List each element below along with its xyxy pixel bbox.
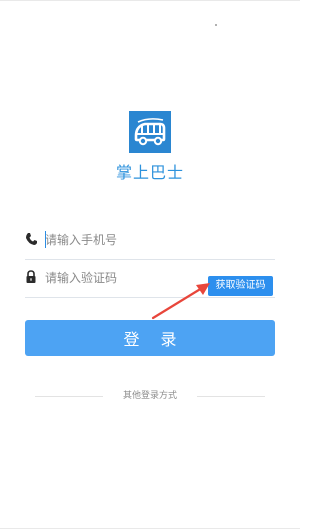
phone-icon: [25, 232, 37, 246]
divider-line-right: [197, 396, 265, 397]
status-dot: [215, 24, 217, 26]
app-logo: [129, 111, 171, 153]
app-name: 掌上巴士: [115, 163, 184, 182]
login-button[interactable]: 登 录: [25, 320, 275, 356]
login-screen: 掌上巴士 获取验证码 登 录 其他登录方式: [0, 0, 300, 529]
bus-icon: [134, 118, 166, 146]
annotation-arrow-icon: [151, 283, 210, 320]
text-caret: [45, 231, 46, 248]
get-code-button[interactable]: 获取验证码: [208, 276, 273, 296]
lock-icon: [25, 270, 37, 284]
other-login-divider: 其他登录方式: [35, 389, 265, 403]
phone-row: [25, 221, 275, 260]
phone-input[interactable]: [45, 230, 205, 250]
